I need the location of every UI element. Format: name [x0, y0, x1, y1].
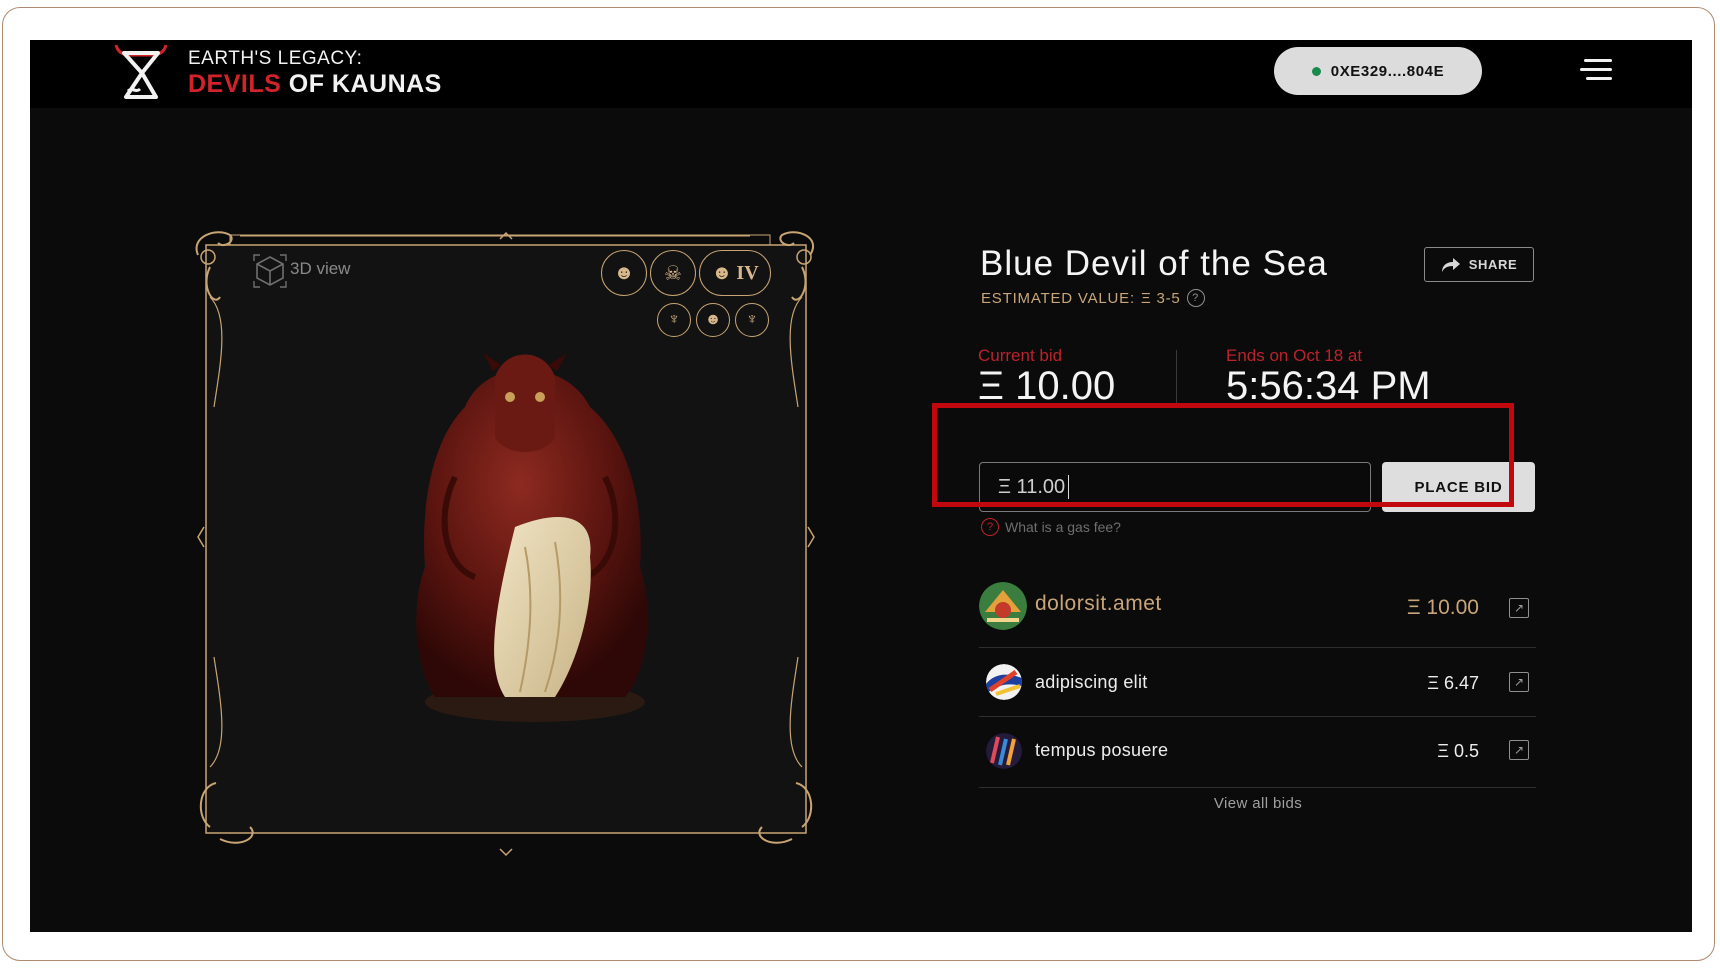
bid-amount: Ξ 6.47	[1427, 673, 1479, 693]
estimated-value-label: ESTIMATED VALUE:	[981, 289, 1135, 307]
app-window: EARTH'S LEGACY: DEVILS OF KAUNAS 0XE329.…	[30, 40, 1692, 932]
hamburger-menu-icon[interactable]	[1576, 55, 1612, 87]
bid-form-highlight-box	[932, 403, 1514, 507]
current-bid-label: Current bid	[978, 346, 1063, 365]
cube-3d-icon[interactable]	[252, 253, 288, 289]
bid-row[interactable]: dolorsit.amet Ξ 10.00 ↗	[979, 572, 1536, 648]
help-icon[interactable]: ?	[1186, 289, 1205, 307]
bidder-name: dolorsit.amet	[1035, 592, 1162, 615]
help-icon: ?	[981, 518, 999, 536]
tree-icon: ♆	[657, 303, 691, 337]
bidder-avatar	[979, 582, 1027, 630]
bid-history-list: dolorsit.amet Ξ 10.00 ↗ adipiscing elit …	[979, 572, 1536, 788]
view-3d-label[interactable]: 3D view	[290, 259, 350, 279]
bidder-avatar	[986, 733, 1022, 769]
bidder-name: adipiscing elit	[1035, 672, 1148, 692]
logo-title-white: OF KAUNAS	[288, 70, 442, 98]
theater-mask-icon: ☻	[601, 250, 647, 296]
logo-subtitle: EARTH'S LEGACY:	[188, 48, 363, 69]
theater-mask-icon: ☻	[711, 261, 733, 284]
external-link-icon[interactable]: ↗	[1509, 672, 1529, 692]
trait-level-badge: ☻ IV	[699, 250, 771, 296]
hourglass-horns-logo-icon[interactable]	[110, 43, 172, 101]
bidder-avatar	[986, 664, 1022, 700]
bid-amount: Ξ 10.00	[1406, 596, 1479, 619]
theater-mask-icon: ☻	[696, 303, 730, 337]
gas-fee-help-link[interactable]: ? What is a gas fee?	[981, 518, 1121, 536]
share-button[interactable]: SHARE	[1424, 247, 1534, 282]
tree-icon: ♆	[735, 303, 769, 337]
auction-ends-label: Ends on Oct 18 at	[1226, 346, 1363, 365]
bidder-name: tempus posuere	[1035, 740, 1169, 760]
item-title: Blue Devil of the Sea	[980, 244, 1328, 283]
artwork-viewer[interactable]: 3D view ☻ ☠ ☻ IV ♆ ☻ ♆	[190, 227, 880, 859]
share-label: SHARE	[1468, 257, 1518, 272]
bid-row[interactable]: adipiscing elit Ξ 6.47 ↗	[979, 648, 1536, 717]
gas-fee-label: What is a gas fee?	[1005, 519, 1121, 535]
view-all-bids-link[interactable]: View all bids	[950, 795, 1566, 812]
devil-statue-image	[416, 353, 648, 722]
bid-divider	[1176, 350, 1177, 405]
share-arrow-icon	[1441, 257, 1460, 272]
estimated-value: ESTIMATED VALUE: Ξ 3-5 ?	[981, 289, 1205, 307]
external-link-icon[interactable]: ↗	[1509, 598, 1529, 618]
trait-level-value: IV	[736, 261, 759, 284]
bid-amount: Ξ 0.5	[1437, 741, 1479, 761]
skull-crossbones-icon: ☠	[650, 250, 696, 296]
logo-title: DEVILS OF KAUNAS	[188, 70, 442, 99]
external-link-icon[interactable]: ↗	[1509, 740, 1529, 760]
bid-row[interactable]: tempus posuere Ξ 0.5 ↗	[979, 717, 1536, 788]
estimated-value-amount: Ξ 3-5	[1140, 289, 1181, 307]
logo-title-red: DEVILS	[188, 70, 282, 98]
